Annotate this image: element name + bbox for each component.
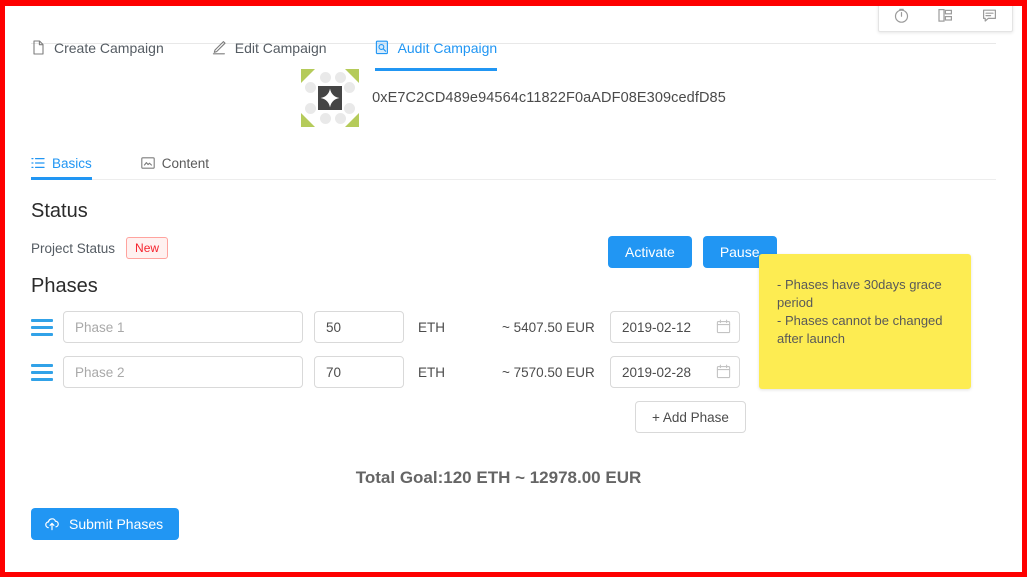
sub-tab-label: Content: [161, 155, 210, 171]
sub-tab-bar: Basics Content: [31, 147, 996, 180]
comment-bubble-icon[interactable]: [979, 6, 1001, 27]
phase-name-input[interactable]: [63, 311, 303, 343]
phase-date-picker[interactable]: [610, 356, 740, 388]
info-note: - Phases have 30days grace period - Phas…: [759, 254, 971, 389]
jazzicon-avatar: [301, 69, 360, 127]
drag-handle-icon[interactable]: [31, 316, 53, 338]
phase-fiat-estimate: ~ 7570.50 EUR: [502, 364, 595, 380]
phase-fiat-estimate: ~ 5407.50 EUR: [502, 319, 595, 335]
status-section-title: Status: [31, 200, 88, 222]
tab-label: Create Campaign: [54, 39, 164, 56]
picture-text-icon: [141, 156, 155, 170]
form-body: Status Project Status New Activate Pause…: [31, 200, 996, 540]
main-tab-bar: Create Campaign Edit Campaign Audit Camp…: [31, 6, 996, 71]
activate-button[interactable]: Activate: [608, 236, 692, 268]
status-badge: New: [126, 237, 169, 259]
sub-tab-basics[interactable]: Basics: [31, 147, 106, 180]
note-line-1: - Phases have 30days grace period: [777, 277, 942, 310]
phase-unit-label: ETH: [418, 364, 445, 380]
phase-unit-label: ETH: [418, 319, 445, 335]
ordered-list-icon: [31, 156, 45, 170]
sub-tab-label: Basics: [52, 155, 92, 171]
phase-name-input[interactable]: [63, 356, 303, 388]
submit-phases-button[interactable]: Submit Phases: [31, 508, 180, 540]
status-action-buttons: Activate Pause: [608, 236, 777, 268]
sub-tab-content[interactable]: Content: [141, 147, 223, 179]
tab-create-campaign[interactable]: Create Campaign: [31, 32, 180, 63]
add-phase-button[interactable]: + Add Phase: [635, 401, 746, 433]
tree-structure-icon[interactable]: [934, 6, 956, 27]
account-header: 0xE7C2CD489e94564c11822F0aADF08E309cedfD…: [5, 67, 1022, 129]
file-search-icon: [375, 40, 390, 55]
cloud-upload-icon: [44, 516, 60, 532]
submit-row: Submit Phases: [31, 508, 996, 540]
phase-amount-input[interactable]: [314, 356, 404, 388]
tab-label: Edit Campaign: [234, 39, 327, 56]
phase-amount-input[interactable]: [314, 311, 404, 343]
phase-date-input[interactable]: [610, 356, 740, 388]
devtools-panel: [878, 6, 1013, 32]
tab-audit-campaign[interactable]: Audit Campaign: [374, 32, 514, 71]
pencil-icon: [212, 40, 227, 55]
wallet-address: 0xE7C2CD489e94564c11822F0aADF08E309cedfD…: [372, 90, 726, 106]
tab-edit-campaign[interactable]: Edit Campaign: [212, 32, 343, 63]
app-viewport: Create Campaign Edit Campaign Audit Camp…: [5, 6, 1022, 572]
clock-icon[interactable]: [890, 6, 912, 27]
phase-date-input[interactable]: [610, 311, 740, 343]
file-icon: [31, 40, 46, 55]
project-status-label: Project Status: [31, 240, 116, 256]
tab-label: Audit Campaign: [397, 39, 498, 56]
add-phase-row: + Add Phase: [31, 401, 996, 433]
submit-phases-label: Submit Phases: [69, 516, 164, 532]
four-point-star-icon: [318, 86, 343, 110]
total-goal-text: Total Goal:120 ETH ~ 12978.00 EUR: [355, 468, 642, 487]
drag-handle-icon[interactable]: [31, 361, 53, 383]
note-line-2: - Phases cannot be changed after launch: [777, 313, 943, 346]
phase-date-picker[interactable]: [610, 311, 740, 343]
